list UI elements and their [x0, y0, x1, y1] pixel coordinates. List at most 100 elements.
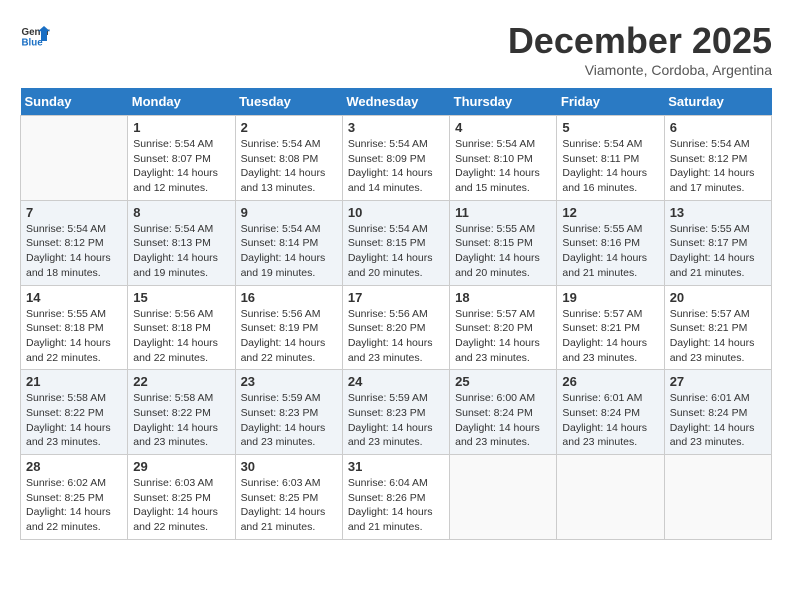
calendar-cell: 22 Sunrise: 5:58 AM Sunset: 8:22 PM Dayli… [128, 370, 235, 455]
calendar-cell [450, 455, 557, 540]
day-info: Sunrise: 5:54 AM Sunset: 8:09 PM Dayligh… [348, 137, 444, 196]
calendar-cell: 15 Sunrise: 5:56 AM Sunset: 8:18 PM Dayli… [128, 285, 235, 370]
day-header-monday: Monday [128, 88, 235, 116]
calendar-cell: 27 Sunrise: 6:01 AM Sunset: 8:24 PM Dayli… [664, 370, 771, 455]
day-info: Sunrise: 5:55 AM Sunset: 8:16 PM Dayligh… [562, 222, 658, 281]
calendar-cell: 9 Sunrise: 5:54 AM Sunset: 8:14 PM Daylig… [235, 200, 342, 285]
calendar-cell: 8 Sunrise: 5:54 AM Sunset: 8:13 PM Daylig… [128, 200, 235, 285]
calendar-cell: 14 Sunrise: 5:55 AM Sunset: 8:18 PM Dayli… [21, 285, 128, 370]
day-header-sunday: Sunday [21, 88, 128, 116]
day-info: Sunrise: 5:54 AM Sunset: 8:07 PM Dayligh… [133, 137, 229, 196]
calendar-cell: 2 Sunrise: 5:54 AM Sunset: 8:08 PM Daylig… [235, 116, 342, 201]
day-info: Sunrise: 5:54 AM Sunset: 8:08 PM Dayligh… [241, 137, 337, 196]
day-number: 3 [348, 120, 444, 135]
day-info: Sunrise: 5:57 AM Sunset: 8:21 PM Dayligh… [670, 307, 766, 366]
day-number: 23 [241, 374, 337, 389]
logo-icon: General Blue [20, 20, 50, 50]
day-number: 8 [133, 205, 229, 220]
calendar-cell: 26 Sunrise: 6:01 AM Sunset: 8:24 PM Dayli… [557, 370, 664, 455]
days-header-row: SundayMondayTuesdayWednesdayThursdayFrid… [21, 88, 772, 116]
day-info: Sunrise: 5:54 AM Sunset: 8:12 PM Dayligh… [26, 222, 122, 281]
calendar-cell: 21Sunrise: 5:58 AM Sunset: 8:22 PM Dayli… [21, 370, 128, 455]
month-title: December 2025 [508, 20, 772, 62]
day-number: 12 [562, 205, 658, 220]
day-info: Sunrise: 6:01 AM Sunset: 8:24 PM Dayligh… [562, 391, 658, 450]
day-info: Sunrise: 5:55 AM Sunset: 8:15 PM Dayligh… [455, 222, 551, 281]
day-number: 4 [455, 120, 551, 135]
day-info: Sunrise: 5:56 AM Sunset: 8:19 PM Dayligh… [241, 307, 337, 366]
day-number: 18 [455, 290, 551, 305]
calendar-cell: 6 Sunrise: 5:54 AM Sunset: 8:12 PM Daylig… [664, 116, 771, 201]
day-header-wednesday: Wednesday [342, 88, 449, 116]
calendar-cell: 13Sunrise: 5:55 AM Sunset: 8:17 PM Dayli… [664, 200, 771, 285]
day-number: 7 [26, 205, 122, 220]
day-info: Sunrise: 6:03 AM Sunset: 8:25 PM Dayligh… [241, 476, 337, 535]
day-info: Sunrise: 5:54 AM Sunset: 8:13 PM Dayligh… [133, 222, 229, 281]
day-info: Sunrise: 5:57 AM Sunset: 8:21 PM Dayligh… [562, 307, 658, 366]
calendar-cell [664, 455, 771, 540]
calendar-cell: 4 Sunrise: 5:54 AM Sunset: 8:10 PM Daylig… [450, 116, 557, 201]
day-info: Sunrise: 5:54 AM Sunset: 8:15 PM Dayligh… [348, 222, 444, 281]
day-header-thursday: Thursday [450, 88, 557, 116]
day-number: 14 [26, 290, 122, 305]
day-number: 10 [348, 205, 444, 220]
calendar-cell [557, 455, 664, 540]
day-number: 25 [455, 374, 551, 389]
day-info: Sunrise: 5:55 AM Sunset: 8:18 PM Dayligh… [26, 307, 122, 366]
day-info: Sunrise: 6:02 AM Sunset: 8:25 PM Dayligh… [26, 476, 122, 535]
day-info: Sunrise: 6:00 AM Sunset: 8:24 PM Dayligh… [455, 391, 551, 450]
location-subtitle: Viamonte, Cordoba, Argentina [508, 62, 772, 78]
day-number: 28 [26, 459, 122, 474]
day-info: Sunrise: 5:54 AM Sunset: 8:10 PM Dayligh… [455, 137, 551, 196]
day-number: 16 [241, 290, 337, 305]
day-header-saturday: Saturday [664, 88, 771, 116]
calendar-table: SundayMondayTuesdayWednesdayThursdayFrid… [20, 88, 772, 540]
calendar-cell: 10 Sunrise: 5:54 AM Sunset: 8:15 PM Dayli… [342, 200, 449, 285]
calendar-cell: 19 Sunrise: 5:57 AM Sunset: 8:21 PM Dayli… [557, 285, 664, 370]
day-number: 9 [241, 205, 337, 220]
day-number: 26 [562, 374, 658, 389]
day-info: Sunrise: 5:58 AM Sunset: 8:22 PM Dayligh… [26, 391, 122, 450]
calendar-cell: 11 Sunrise: 5:55 AM Sunset: 8:15 PM Dayli… [450, 200, 557, 285]
calendar-week-4: 21Sunrise: 5:58 AM Sunset: 8:22 PM Dayli… [21, 370, 772, 455]
calendar-week-3: 14 Sunrise: 5:55 AM Sunset: 8:18 PM Dayli… [21, 285, 772, 370]
calendar-cell: 30 Sunrise: 6:03 AM Sunset: 8:25 PM Dayli… [235, 455, 342, 540]
title-area: December 2025 Viamonte, Cordoba, Argenti… [508, 20, 772, 78]
day-info: Sunrise: 5:56 AM Sunset: 8:18 PM Dayligh… [133, 307, 229, 366]
day-info: Sunrise: 5:54 AM Sunset: 8:14 PM Dayligh… [241, 222, 337, 281]
day-number: 11 [455, 205, 551, 220]
day-number: 2 [241, 120, 337, 135]
day-number: 19 [562, 290, 658, 305]
calendar-cell: 17 Sunrise: 5:56 AM Sunset: 8:20 PM Dayli… [342, 285, 449, 370]
day-header-tuesday: Tuesday [235, 88, 342, 116]
calendar-cell: 24Sunrise: 5:59 AM Sunset: 8:23 PM Dayli… [342, 370, 449, 455]
calendar-cell: 16 Sunrise: 5:56 AM Sunset: 8:19 PM Dayli… [235, 285, 342, 370]
day-number: 29 [133, 459, 229, 474]
day-info: Sunrise: 5:55 AM Sunset: 8:17 PM Dayligh… [670, 222, 766, 281]
day-info: Sunrise: 5:54 AM Sunset: 8:11 PM Dayligh… [562, 137, 658, 196]
calendar-week-2: 7 Sunrise: 5:54 AM Sunset: 8:12 PM Daylig… [21, 200, 772, 285]
calendar-cell: 25 Sunrise: 6:00 AM Sunset: 8:24 PM Dayli… [450, 370, 557, 455]
calendar-cell: 31Sunrise: 6:04 AM Sunset: 8:26 PM Dayli… [342, 455, 449, 540]
day-number: 31 [348, 459, 444, 474]
calendar-cell: 1Sunrise: 5:54 AM Sunset: 8:07 PM Daylig… [128, 116, 235, 201]
day-info: Sunrise: 5:54 AM Sunset: 8:12 PM Dayligh… [670, 137, 766, 196]
calendar-week-5: 28 Sunrise: 6:02 AM Sunset: 8:25 PM Dayli… [21, 455, 772, 540]
day-number: 27 [670, 374, 766, 389]
day-info: Sunrise: 6:01 AM Sunset: 8:24 PM Dayligh… [670, 391, 766, 450]
calendar-cell: 12 Sunrise: 5:55 AM Sunset: 8:16 PM Dayli… [557, 200, 664, 285]
calendar-cell: 20Sunrise: 5:57 AM Sunset: 8:21 PM Dayli… [664, 285, 771, 370]
day-info: Sunrise: 5:56 AM Sunset: 8:20 PM Dayligh… [348, 307, 444, 366]
calendar-cell: 7 Sunrise: 5:54 AM Sunset: 8:12 PM Daylig… [21, 200, 128, 285]
calendar-cell: 5 Sunrise: 5:54 AM Sunset: 8:11 PM Daylig… [557, 116, 664, 201]
day-number: 22 [133, 374, 229, 389]
day-number: 30 [241, 459, 337, 474]
day-number: 17 [348, 290, 444, 305]
day-info: Sunrise: 5:58 AM Sunset: 8:22 PM Dayligh… [133, 391, 229, 450]
day-number: 15 [133, 290, 229, 305]
day-info: Sunrise: 5:57 AM Sunset: 8:20 PM Dayligh… [455, 307, 551, 366]
day-number: 5 [562, 120, 658, 135]
calendar-cell [21, 116, 128, 201]
calendar-cell: 28 Sunrise: 6:02 AM Sunset: 8:25 PM Dayli… [21, 455, 128, 540]
day-number: 6 [670, 120, 766, 135]
